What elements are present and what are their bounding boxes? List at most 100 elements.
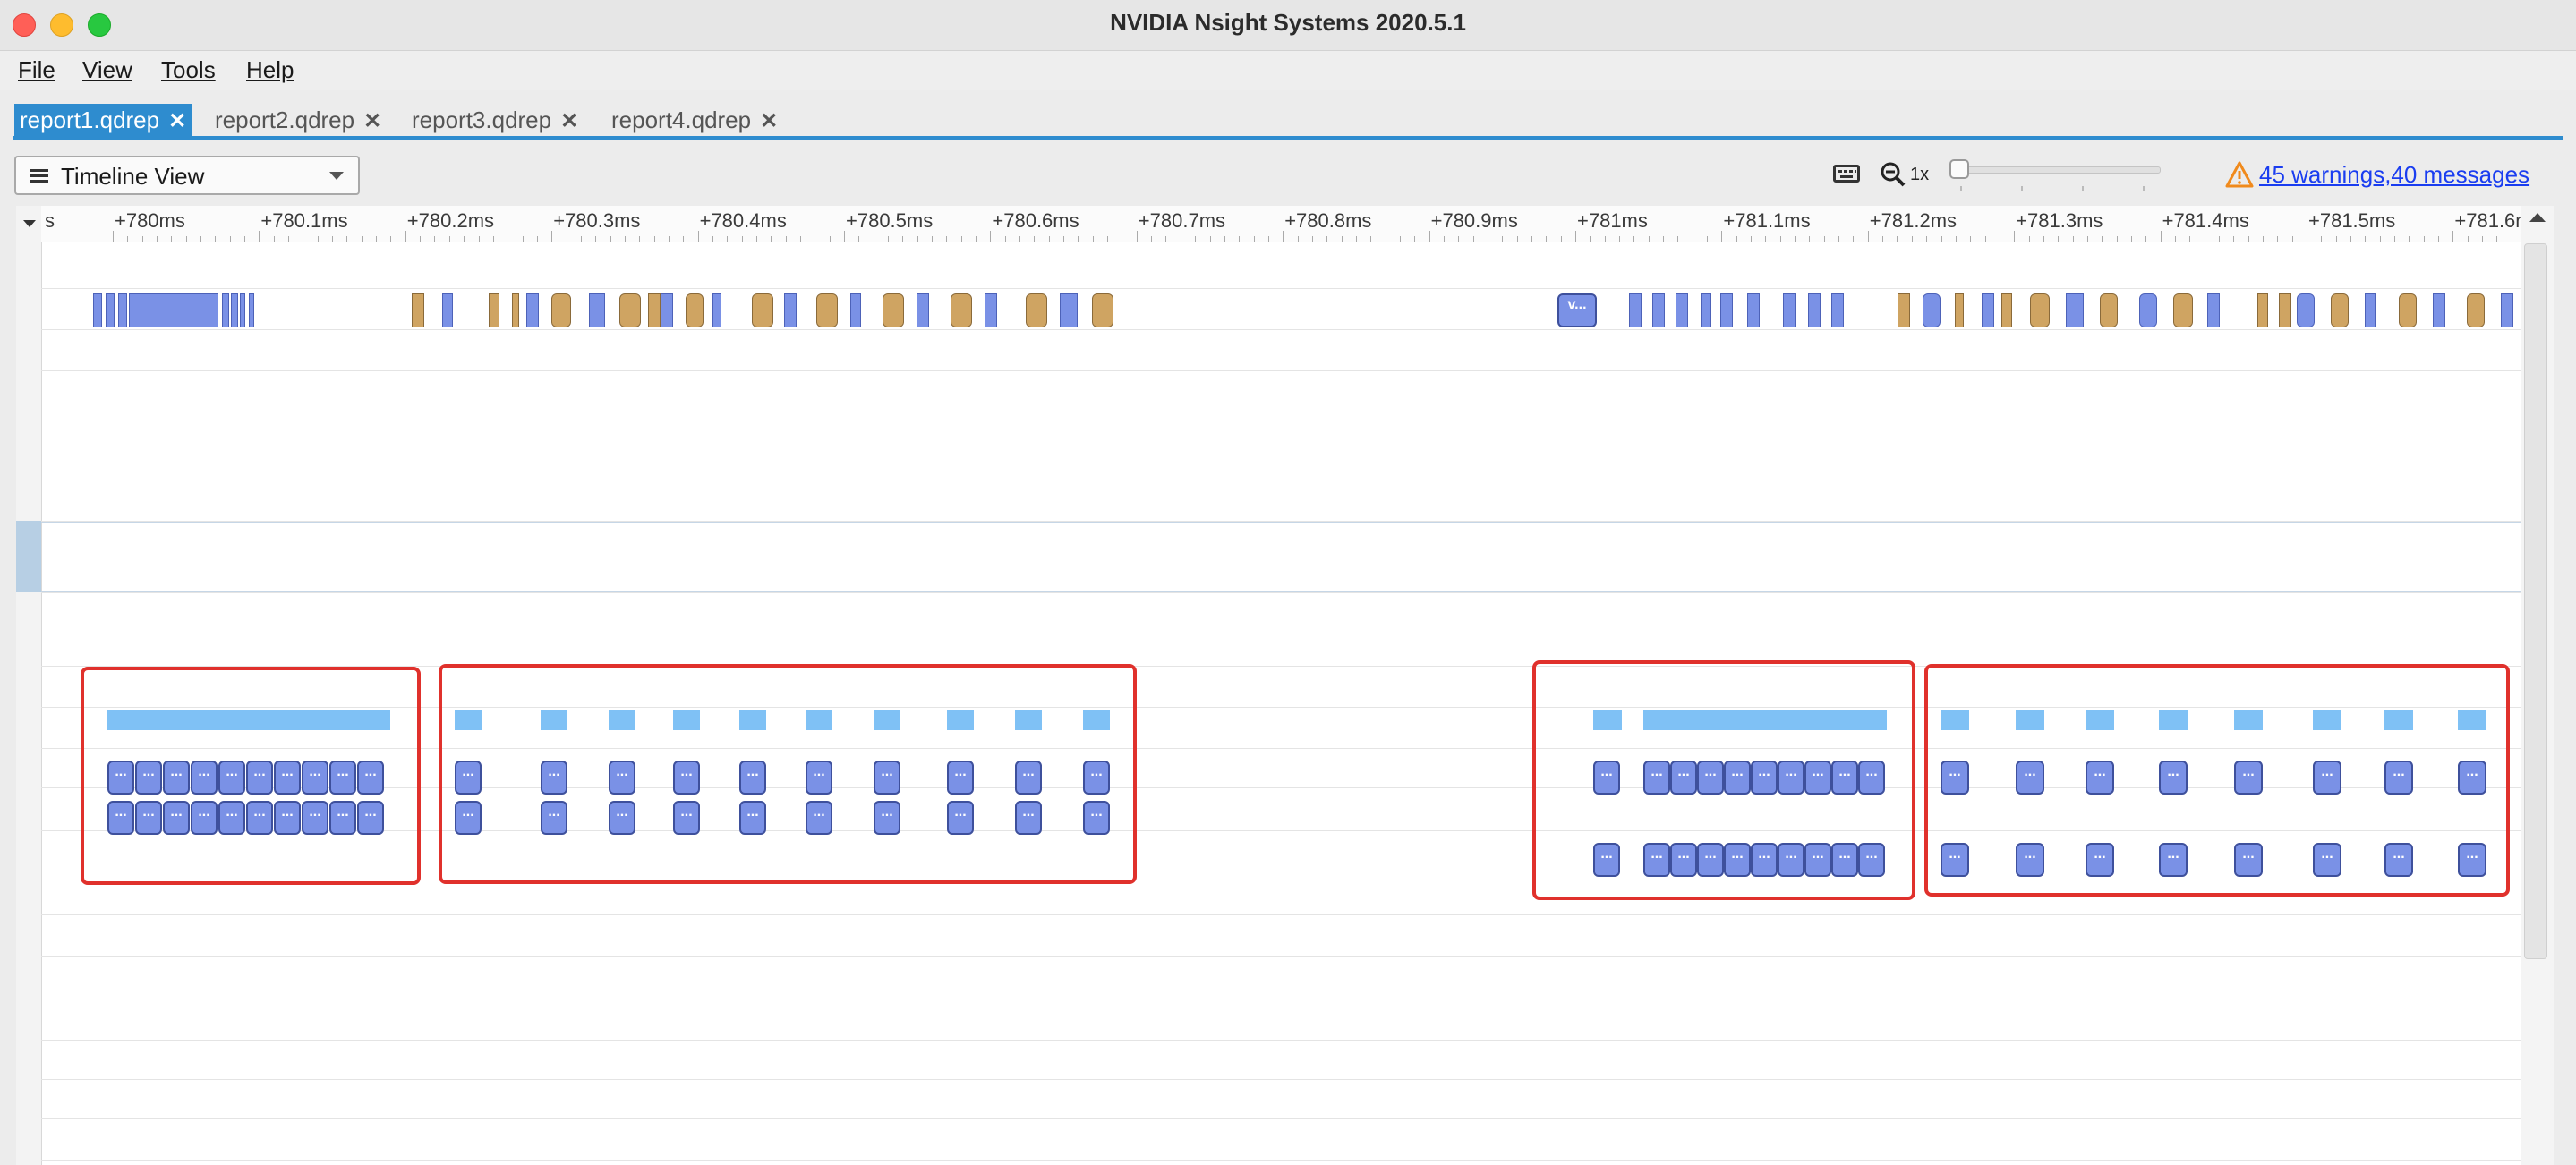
memcpy-bar[interactable] [883,293,904,327]
cuda-kernel-bar[interactable] [240,293,245,327]
memcpy-bar[interactable] [2279,293,2291,327]
cuda-kernel-bar[interactable] [442,293,453,327]
memcpy-bar[interactable] [2173,293,2193,327]
memcpy-bar[interactable] [2001,293,2012,327]
title-bar: NVIDIA Nsight Systems 2020.5.1 [0,0,2576,51]
ruler-tick-mark [1779,236,1781,242]
tab-report1[interactable]: report1.qdrep ✕ [14,104,192,136]
cuda-kernel-bar[interactable] [2365,293,2376,327]
cuda-kernel-bar[interactable] [118,293,127,327]
memcpy-bar[interactable] [1026,293,1047,327]
cuda-kernel-bar[interactable] [2066,293,2084,327]
zoom-slider[interactable] [1951,166,2161,174]
memcpy-bar[interactable] [2467,293,2485,327]
view-select[interactable]: Timeline View [14,156,360,195]
cuda-kernel-bar[interactable] [1629,293,1642,327]
cuda-kernel-bar[interactable] [526,293,539,327]
memcpy-bar[interactable] [752,293,773,327]
cuda-kernel-bar[interactable] [1652,293,1665,327]
close-icon[interactable]: ✕ [363,109,381,133]
cuda-kernel-bar[interactable] [1808,293,1821,327]
memcpy-bar[interactable] [2100,293,2118,327]
warnings-link[interactable]: 45 warnings,40 messages [2259,161,2529,189]
selected-row[interactable] [41,521,2521,592]
cuda-kernel-bar[interactable] [1982,293,1994,327]
cuda-kernel-bar[interactable] [222,293,229,327]
collapse-caret-icon[interactable] [23,220,36,227]
ruler-tick-label: +781.1ms [1723,209,1811,232]
memcpy-bar[interactable] [551,293,571,327]
zoom-out-icon[interactable] [1880,161,1906,188]
ruler-tick-mark [185,236,187,242]
cuda-kernel-bar[interactable] [1676,293,1688,327]
memcpy-bar[interactable] [951,293,972,327]
tab-report2[interactable]: report2.qdrep ✕ [209,104,387,136]
ruler-tick-mark [1941,236,1942,242]
cuda-kernel-bar[interactable] [2207,293,2220,327]
memcpy-bar[interactable] [1092,293,1113,327]
cuda-kernel-bar[interactable] [2501,293,2513,327]
memcpy-bar[interactable] [489,293,499,327]
memcpy-bar[interactable] [1955,293,1964,327]
memcpy-bar[interactable] [686,293,704,327]
ruler-tick-mark [1429,231,1430,242]
cuda-kernel-bar[interactable] [1831,293,1844,327]
memcpy-bar[interactable] [816,293,838,327]
close-icon[interactable]: ✕ [168,109,186,133]
ruler-tick-mark [712,236,713,242]
cuda-kernel-bar[interactable] [661,293,673,327]
cuda-kernel-bar[interactable] [231,293,238,327]
memcpy-bar[interactable] [2331,293,2349,327]
slider-tick [2143,186,2145,191]
cuda-kernel-bar[interactable] [1060,293,1078,327]
cuda-kernel-bar[interactable] [93,293,102,327]
keyboard-icon[interactable] [1833,165,1860,183]
tab-report3[interactable]: report3.qdrep ✕ [406,104,584,136]
memcpy-bar[interactable] [512,293,519,327]
cuda-kernel-bar[interactable] [1783,293,1796,327]
close-icon[interactable]: ✕ [760,109,778,133]
ruler-tick-mark [157,236,158,242]
cuda-kernel-bar[interactable] [712,293,721,327]
memcpy-bar[interactable] [2030,293,2050,327]
cuda-kernel-bar[interactable] [106,293,115,327]
ruler-tick-mark [1823,236,1825,242]
menu-tools[interactable]: Tools [161,56,216,84]
cuda-kernel-bar[interactable] [2433,293,2445,327]
cuda-kernel-bar[interactable] [249,293,254,327]
menu-help[interactable]: Help [246,56,294,84]
cuda-kernel-bar[interactable] [1747,293,1760,327]
cuda-kernel-bar[interactable] [784,293,797,327]
memcpy-bar[interactable] [2399,293,2417,327]
memcpy-bar[interactable] [648,293,661,327]
row-gutter[interactable] [16,206,42,1165]
ruler-tick-mark [2350,236,2352,242]
ruler-tick-mark [785,236,787,242]
menu-view[interactable]: View [82,56,132,84]
timeline-row-divider [41,329,2521,330]
tab-report4[interactable]: report4.qdrep ✕ [606,104,783,136]
zoom-slider-thumb[interactable] [1949,159,1969,179]
cuda-kernel-bar[interactable] [2297,293,2315,327]
cuda-kernel-bar[interactable] [850,293,861,327]
vertical-scrollbar-thumb[interactable] [2524,243,2547,959]
cuda-kernel-bar[interactable] [1923,293,1941,327]
memcpy-bar[interactable] [2257,293,2268,327]
cuda-kernel-bar[interactable] [985,293,997,327]
kernel-block[interactable]: v... [1557,293,1597,327]
memcpy-bar[interactable] [412,293,424,327]
cuda-kernel-bar[interactable] [129,293,218,327]
close-icon[interactable]: ✕ [560,109,578,133]
cuda-kernel-bar[interactable] [2139,293,2157,327]
cuda-kernel-bar[interactable] [917,293,929,327]
time-ruler[interactable]: s +780ms +780.1ms +780.2ms +780.3ms +780.4ms… [41,206,2532,242]
cuda-kernel-bar[interactable] [1701,293,1711,327]
cuda-kernel-bar[interactable] [589,293,605,327]
selected-row-gutter[interactable] [16,521,41,592]
timeline-row-divider [41,521,2521,522]
menu-file[interactable]: File [18,56,55,84]
scroll-up-arrow-icon[interactable] [2529,213,2546,222]
memcpy-bar[interactable] [619,293,641,327]
memcpy-bar[interactable] [1898,293,1910,327]
cuda-kernel-bar[interactable] [1720,293,1733,327]
